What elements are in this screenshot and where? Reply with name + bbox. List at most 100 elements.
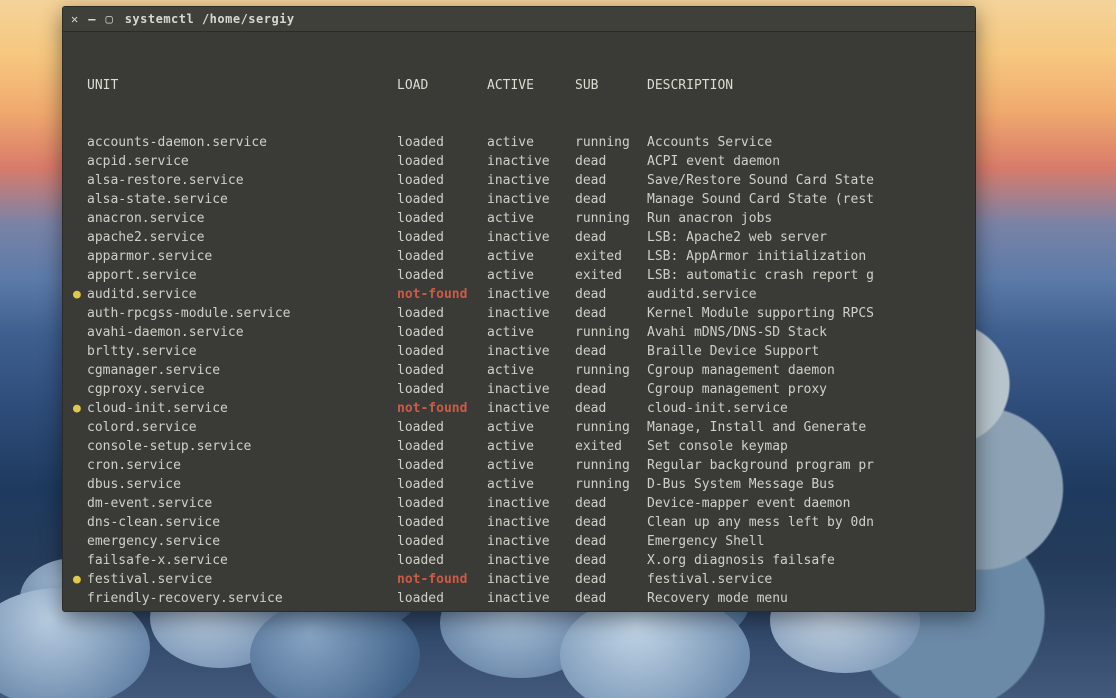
active-state: active (487, 456, 575, 475)
status-bullet-icon (73, 152, 87, 171)
status-bullet-icon (73, 475, 87, 494)
unit-name: accounts-daemon.service (87, 133, 397, 152)
description: ACPI event daemon (647, 152, 965, 171)
service-row: dns-clean.serviceloadedinactivedeadClean… (73, 513, 965, 532)
unit-name: apparmor.service (87, 247, 397, 266)
active-state: inactive (487, 342, 575, 361)
status-bullet-icon (73, 532, 87, 551)
sub-state: running (575, 133, 647, 152)
unit-name: alsa-state.service (87, 190, 397, 209)
status-bullet-icon (73, 228, 87, 247)
sub-state: dead (575, 152, 647, 171)
description: Device-mapper event daemon (647, 494, 965, 513)
active-state: inactive (487, 589, 575, 608)
service-row: getty-static.serviceloadedinactivedeadge… (73, 608, 965, 611)
description: Recovery mode menu (647, 589, 965, 608)
service-row: brltty.serviceloadedinactivedeadBraille … (73, 342, 965, 361)
close-icon[interactable]: ✕ (71, 13, 78, 25)
load-state: loaded (397, 190, 487, 209)
sub-state: running (575, 418, 647, 437)
unit-name: anacron.service (87, 209, 397, 228)
load-state: loaded (397, 304, 487, 323)
sub-state: dead (575, 304, 647, 323)
unit-name: cgmanager.service (87, 361, 397, 380)
header-unit: UNIT (87, 76, 397, 95)
status-bullet-icon (73, 247, 87, 266)
terminal-window[interactable]: ✕ – ▢ systemctl /home/sergiy UNIT LOAD A… (62, 6, 976, 612)
status-bullet-icon (73, 494, 87, 513)
service-row: apparmor.serviceloadedactiveexitedLSB: A… (73, 247, 965, 266)
unit-name: dbus.service (87, 475, 397, 494)
service-row: cgproxy.serviceloadedinactivedeadCgroup … (73, 380, 965, 399)
load-state: loaded (397, 456, 487, 475)
sub-state: running (575, 361, 647, 380)
load-state: loaded (397, 209, 487, 228)
unit-name: auditd.service (87, 285, 397, 304)
active-state: active (487, 266, 575, 285)
service-list: accounts-daemon.serviceloadedactiverunni… (73, 133, 965, 611)
active-state: inactive (487, 532, 575, 551)
window-titlebar[interactable]: ✕ – ▢ systemctl /home/sergiy (63, 7, 975, 32)
description: Set console keymap (647, 437, 965, 456)
status-bullet-icon (73, 380, 87, 399)
unit-name: apport.service (87, 266, 397, 285)
unit-name: cron.service (87, 456, 397, 475)
status-bullet-icon: ● (73, 285, 87, 304)
description: LSB: automatic crash report g (647, 266, 965, 285)
sub-state: running (575, 475, 647, 494)
unit-name: avahi-daemon.service (87, 323, 397, 342)
active-state: active (487, 418, 575, 437)
active-state: active (487, 247, 575, 266)
status-bullet-icon (73, 323, 87, 342)
status-bullet-icon (73, 209, 87, 228)
description: festival.service (647, 570, 965, 589)
service-row: colord.serviceloadedactiverunningManage,… (73, 418, 965, 437)
terminal-body[interactable]: UNIT LOAD ACTIVE SUB DESCRIPTION account… (63, 32, 975, 611)
load-state: loaded (397, 266, 487, 285)
active-state: inactive (487, 513, 575, 532)
unit-name: brltty.service (87, 342, 397, 361)
maximize-icon[interactable]: ▢ (105, 13, 112, 25)
sub-state: running (575, 456, 647, 475)
load-state: loaded (397, 247, 487, 266)
sub-state: running (575, 209, 647, 228)
active-state: inactive (487, 551, 575, 570)
service-row: acpid.serviceloadedinactivedeadACPI even… (73, 152, 965, 171)
window-title: systemctl /home/sergiy (125, 12, 295, 26)
description: auditd.service (647, 285, 965, 304)
active-state: inactive (487, 608, 575, 611)
active-state: active (487, 323, 575, 342)
service-row: cgmanager.serviceloadedactiverunningCgro… (73, 361, 965, 380)
description: Cgroup management proxy (647, 380, 965, 399)
sub-state: dead (575, 285, 647, 304)
load-state: loaded (397, 608, 487, 611)
load-state: loaded (397, 513, 487, 532)
status-bullet-icon (73, 589, 87, 608)
status-bullet-icon (73, 418, 87, 437)
status-bullet-icon: ● (73, 399, 87, 418)
description: Accounts Service (647, 133, 965, 152)
unit-name: friendly-recovery.service (87, 589, 397, 608)
sub-state: dead (575, 228, 647, 247)
load-state: loaded (397, 475, 487, 494)
active-state: inactive (487, 171, 575, 190)
sub-state: dead (575, 342, 647, 361)
service-row: apport.serviceloadedactiveexitedLSB: aut… (73, 266, 965, 285)
load-state: loaded (397, 589, 487, 608)
unit-name: console-setup.service (87, 437, 397, 456)
unit-name: acpid.service (87, 152, 397, 171)
header-load: LOAD (397, 76, 487, 95)
unit-name: dm-event.service (87, 494, 397, 513)
active-state: active (487, 133, 575, 152)
load-state: not-found (397, 570, 487, 589)
description: Braille Device Support (647, 342, 965, 361)
sub-state: dead (575, 399, 647, 418)
load-state: loaded (397, 380, 487, 399)
minimize-icon[interactable]: – (88, 13, 95, 25)
load-state: not-found (397, 285, 487, 304)
status-bullet-icon (73, 342, 87, 361)
unit-name: cgproxy.service (87, 380, 397, 399)
status-bullet-icon (73, 513, 87, 532)
sub-state: exited (575, 266, 647, 285)
description: Clean up any mess left by 0dn (647, 513, 965, 532)
